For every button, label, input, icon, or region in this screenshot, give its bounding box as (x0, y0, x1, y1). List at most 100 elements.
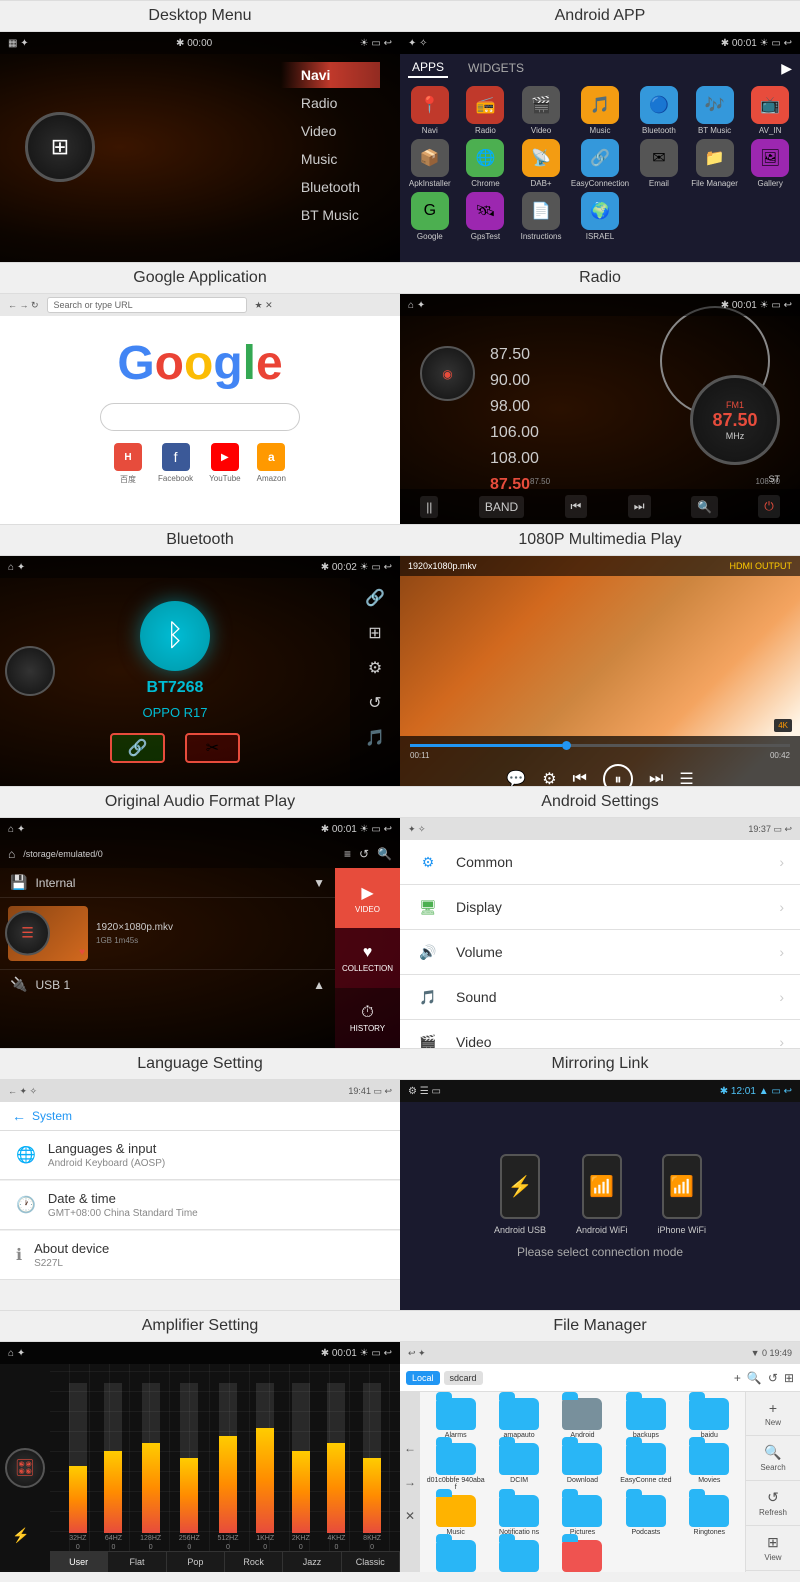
amp-bar-512hz[interactable]: 512HZ 0 (217, 1364, 238, 1551)
bt-sidebar-music[interactable]: 🎵 (365, 728, 385, 748)
fm-file-alarms[interactable]: Alarms (426, 1398, 485, 1439)
amp-bar-8khz[interactable]: 8KHZ 0 (363, 1364, 381, 1551)
fm-file-download[interactable]: Download (553, 1443, 612, 1491)
app-btmusic[interactable]: 🎶BT Music (689, 86, 741, 135)
dm-menu-item-bluetooth[interactable]: Bluetooth (281, 174, 380, 200)
app-dab[interactable]: 📡DAB+ (515, 139, 567, 188)
bt-disconnect-btn[interactable]: ✂ (185, 733, 240, 763)
app-israel[interactable]: 🌍ISRAEL (571, 192, 629, 241)
amp-bar-128hz[interactable]: 128HZ 0 (140, 1364, 161, 1551)
app-gpstest[interactable]: 🛰GpsTest (460, 192, 512, 241)
ls-item-about[interactable]: ℹ About device S227L (0, 1231, 400, 1280)
amp-preset-pop[interactable]: Pop (167, 1552, 225, 1572)
dm-menu-item-btmusic[interactable]: BT Music (281, 202, 380, 228)
fm-nav-back[interactable]: ← (404, 1441, 416, 1455)
amp-preset-flat[interactable]: Flat (108, 1552, 166, 1572)
radio-ctrl-band[interactable]: BAND (479, 496, 524, 518)
dm-menu-item-navi[interactable]: Navi (281, 62, 380, 88)
af-refresh-icon[interactable]: ↺ (359, 847, 369, 861)
as-item-common[interactable]: ⚙ Common › (400, 840, 800, 885)
fm-file-android[interactable]: Android (553, 1398, 612, 1439)
radio-ctrl-search[interactable]: 🔍 (691, 496, 718, 518)
dm-home-icon[interactable]: ⊞ (25, 112, 95, 182)
fm-new-btn[interactable]: + New (746, 1392, 800, 1436)
app-video[interactable]: 🎬Video (515, 86, 567, 135)
fm-file-music[interactable]: Music (426, 1495, 485, 1536)
ls-item-datetime[interactable]: 🕐 Date & time GMT+08:00 China Standard T… (0, 1181, 400, 1230)
amp-preset-rock[interactable]: Rock (225, 1552, 283, 1572)
amp-knob[interactable]: 🎛 (5, 1448, 45, 1488)
amp-bar-256hz[interactable]: 256HZ 0 (179, 1364, 200, 1551)
amp-bar-4khz[interactable]: 4KHZ 0 (327, 1364, 345, 1551)
mm-prev-btn[interactable]: ⏮ (573, 770, 587, 786)
bt-sidebar-refresh[interactable]: ↺ (368, 693, 381, 713)
g-bookmark-baidu[interactable]: H 百度 (114, 443, 142, 485)
aa-tab-widgets[interactable]: WIDGETS (464, 59, 528, 77)
amp-preset-jazz[interactable]: Jazz (283, 1552, 341, 1572)
aa-play-icon[interactable]: ▶ (781, 60, 792, 77)
fm-windows-btn[interactable]: ☰ Windows (746, 1571, 800, 1572)
mm-settings-btn[interactable]: ⚙ (542, 769, 556, 786)
app-instructions[interactable]: 📄Instructions (515, 192, 567, 241)
mm-subtitle-btn[interactable]: 💬 (506, 769, 526, 786)
g-bookmark-youtube[interactable]: ▶ YouTube (209, 443, 240, 485)
fm-file-backups[interactable]: backups (616, 1398, 675, 1439)
radio-ctrl-next[interactable]: ⏭ (628, 495, 651, 518)
as-item-volume[interactable]: 🔊 Volume › (400, 930, 800, 975)
fm-file-baidu[interactable]: baidu (680, 1398, 739, 1439)
fm-nav-fwd[interactable]: → (404, 1475, 416, 1489)
fm-file-notifications[interactable]: Notificatio ns (489, 1495, 548, 1536)
mm-next-btn[interactable]: ⏭ (649, 770, 663, 786)
fm-file-podcasts[interactable]: Podcasts (616, 1495, 675, 1536)
app-google[interactable]: GGoogle (404, 192, 456, 241)
ml-device-android-wifi[interactable]: 📶 Android WiFi (576, 1154, 628, 1235)
fm-view-icon[interactable]: ⊞ (784, 1371, 794, 1385)
amp-bar-1khz[interactable]: 1KHZ 0 (256, 1364, 274, 1551)
radio-ctrl-power[interactable]: ⏻ (758, 495, 780, 518)
fm-file-scjtest[interactable]: scj_test (426, 1540, 485, 1572)
af-usb-storage[interactable]: 🔌 USB 1 ▲ (0, 969, 335, 999)
fm-nav-x[interactable]: ✕ (405, 1509, 415, 1523)
app-bluetooth[interactable]: 🔵Bluetooth (633, 86, 685, 135)
fm-file-dcim[interactable]: DCIM (489, 1443, 548, 1491)
app-filemanager[interactable]: 📁File Manager (689, 139, 741, 188)
ml-device-iphone-wifi[interactable]: 📶 iPhone WiFi (658, 1154, 707, 1235)
af-history-btn[interactable]: ⏱ HISTORY (335, 988, 400, 1048)
fm-file-easyconnected[interactable]: EasyConne cted (616, 1443, 675, 1491)
app-chrome[interactable]: 🌐Chrome (460, 139, 512, 188)
amp-bar-32hz[interactable]: 32HZ 0 (69, 1364, 87, 1551)
radio-freq-2[interactable]: 90.00 (490, 372, 650, 390)
fm-file-d01c0[interactable]: d01c0bbfe 940abaf (426, 1443, 485, 1491)
af-collection-btn[interactable]: ♥ COLLECTION (335, 928, 400, 988)
app-navi[interactable]: 📍Navi (404, 86, 456, 135)
fm-tab-local[interactable]: Local (406, 1371, 440, 1385)
radio-ctrl-prev[interactable]: ⏮ (565, 495, 588, 518)
fm-refresh-btn[interactable]: ↺ Refresh (746, 1481, 800, 1526)
fm-file-tsstorage[interactable]: TsStorage (489, 1540, 548, 1572)
bt-connect-btn[interactable]: 🔗 (110, 733, 165, 763)
app-radio[interactable]: 📻Radio (460, 86, 512, 135)
radio-freq-4[interactable]: 106.00 (490, 424, 650, 442)
af-filter-icon[interactable]: ≡ (344, 847, 351, 861)
app-avin[interactable]: 📺AV_IN (744, 86, 796, 135)
g-bookmark-amazon[interactable]: a Amazon (257, 443, 286, 485)
app-email[interactable]: ✉Email (633, 139, 685, 188)
as-item-sound[interactable]: 🎵 Sound › (400, 975, 800, 1020)
as-item-video[interactable]: 🎬 Video › (400, 1020, 800, 1048)
amp-bar-2khz[interactable]: 2KHZ 0 (292, 1364, 310, 1551)
mm-pause-btn[interactable]: ⏸ (603, 764, 633, 786)
as-item-display[interactable]: 🖥 Display › (400, 885, 800, 930)
bt-sidebar-link[interactable]: 🔗 (365, 588, 385, 608)
radio-ctrl-pause[interactable]: || (420, 496, 438, 518)
fm-view-btn[interactable]: ⊞ View (746, 1526, 800, 1571)
app-music[interactable]: 🎵Music (571, 86, 629, 135)
radio-freq-3[interactable]: 98.00 (490, 398, 650, 416)
ml-device-android-usb[interactable]: ⚡ Android USB (494, 1154, 546, 1235)
g-bookmark-facebook[interactable]: f Facebook (158, 443, 193, 485)
radio-freq-5[interactable]: 108.00 (490, 450, 650, 468)
radio-dial-knob[interactable]: ◉ (420, 346, 475, 401)
radio-freq-1[interactable]: 87.50 (490, 346, 650, 364)
mm-list-btn[interactable]: ☰ (679, 769, 693, 786)
af-video-btn[interactable]: ▶ VIDEO (335, 868, 400, 928)
fm-new-icon[interactable]: + (734, 1371, 741, 1385)
